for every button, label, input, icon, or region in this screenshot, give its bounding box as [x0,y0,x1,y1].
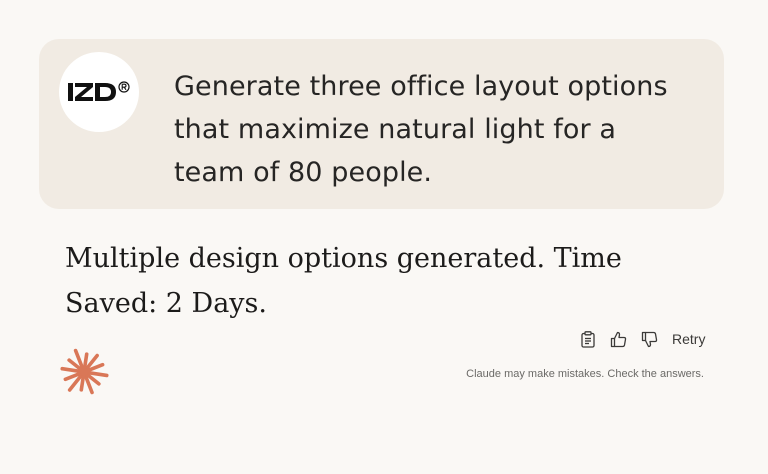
message-actions: Retry [577,326,705,352]
user-message-text: Generate three office layout options tha… [174,71,668,188]
disclaimer-text: Claude may make mistakes. Check the answ… [466,368,704,380]
lzd-logo-icon [68,81,130,103]
clipboard-icon[interactable] [577,327,598,351]
retry-button[interactable]: Retry [672,331,705,347]
thumbs-up-icon[interactable] [608,327,629,351]
claude-spark-icon [58,346,110,398]
user-message-bubble: Generate three office layout options tha… [39,39,724,209]
thumbs-down-icon[interactable] [639,327,660,351]
avatar [59,52,139,132]
assistant-message-text: Multiple design options generated. Time … [65,243,622,319]
